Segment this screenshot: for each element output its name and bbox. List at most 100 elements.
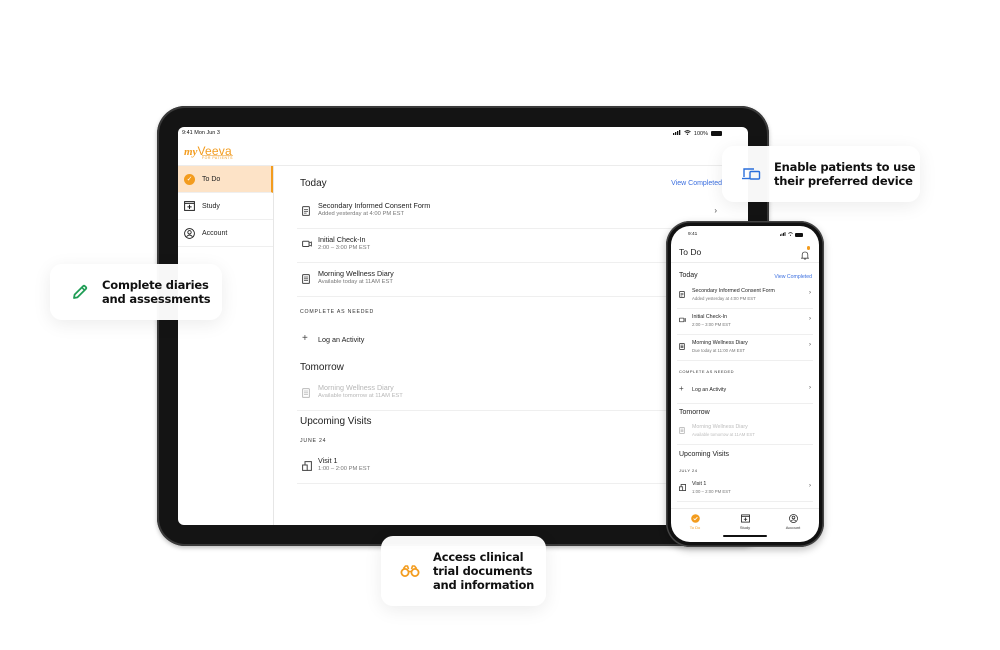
callout-line: Access clinical [433, 550, 524, 564]
callout-text: Complete diaries and assessments [102, 278, 211, 306]
phone-status-time: 9:41 [688, 232, 698, 237]
view-completed-link[interactable]: View Completed [774, 274, 812, 280]
log-activity-row[interactable]: + Log an Activity › [677, 378, 813, 404]
chevron-right-icon: › [809, 290, 811, 296]
task-row[interactable]: Secondary Informed Consent Form Added ye… [677, 283, 813, 309]
complete-as-needed-caption: COMPLETE AS NEEDED [300, 309, 375, 315]
signal-icon [672, 130, 681, 137]
callout-line: and information [433, 578, 535, 592]
visit-row[interactable]: Visit 1 1:00 – 2:00 PM EST [297, 450, 727, 484]
diary-icon [679, 343, 685, 352]
task-row-disabled: Morning Wellness Diary Available tomorro… [297, 377, 727, 411]
callout-text: Access clinical trial documents and info… [433, 550, 534, 592]
callout-text: Enable patients to use their preferred d… [774, 160, 916, 188]
visit-icon [302, 461, 312, 471]
task-subtitle: Available today at 11AM EST [318, 279, 393, 285]
task-row[interactable]: Initial Check-In 2:00 – 3:00 PM EST › [677, 309, 813, 335]
visit-date-caption: JULY 24 [679, 468, 698, 473]
tab-label: Account [785, 525, 801, 530]
account-icon [184, 227, 195, 239]
phone-status-indicators [780, 232, 803, 237]
callout-device: Enable patients to use their preferred d… [722, 146, 920, 202]
check-circle-icon [690, 514, 700, 523]
callout-line: Enable patients to use [774, 160, 916, 174]
diary-icon [679, 427, 685, 436]
visit-icon [679, 484, 686, 493]
tab-account[interactable]: Account [773, 514, 813, 530]
task-row[interactable]: Secondary Informed Consent Form Added ye… [297, 195, 727, 229]
callout-line: their preferred device [774, 174, 913, 188]
visit-row[interactable]: Visit 1 1:00 – 2:00 PM EST › [677, 476, 813, 502]
tab-label: To Do [689, 525, 701, 530]
complete-as-needed-caption: COMPLETE AS NEEDED [679, 369, 735, 374]
task-row[interactable]: Morning Wellness Diary Due today at 11:0… [677, 335, 813, 361]
tab-todo[interactable]: To Do [675, 514, 715, 530]
study-icon [740, 514, 750, 523]
study-icon [184, 201, 195, 212]
phone-screen: 9:41 To Do Today View Completed Secondar… [671, 226, 819, 542]
wifi-icon [684, 130, 691, 137]
plus-icon: + [302, 333, 308, 344]
view-completed-link[interactable]: View Completed [671, 180, 722, 187]
sidebar: ✓ To Do Study Account [178, 166, 274, 525]
logo-tagline: FOR PATIENTS [202, 155, 233, 160]
chevron-right-icon: › [809, 342, 811, 348]
callout-line: and assessments [102, 292, 211, 306]
sidebar-item-label: Study [202, 202, 220, 210]
video-icon [302, 240, 312, 250]
callout-line: Complete diaries [102, 278, 209, 292]
callout-access: Access clinical trial documents and info… [381, 536, 546, 606]
visit-subtitle: 1:00 – 2:00 PM EST [692, 489, 731, 494]
tablet-status-indicators: 100% [672, 130, 722, 137]
task-title: Morning Wellness Diary [692, 340, 748, 346]
sidebar-item-label: Account [202, 229, 228, 237]
diary-icon [302, 274, 311, 284]
sidebar-item-account[interactable]: Account [178, 220, 273, 247]
section-heading-tomorrow: Tomorrow [679, 409, 710, 416]
task-title: Initial Check-In [318, 235, 366, 244]
log-activity-label: Log an Activity [318, 335, 365, 344]
log-activity-label: Log an Activity [692, 387, 727, 393]
callout-line: trial documents [433, 564, 533, 578]
tab-study[interactable]: Study [725, 514, 765, 530]
devices-icon [740, 163, 762, 185]
chevron-right-icon: › [714, 206, 717, 215]
task-title: Secondary Informed Consent Form [692, 288, 775, 294]
notification-bell-icon[interactable] [800, 246, 810, 260]
log-activity-row[interactable]: + Log an Activity [297, 323, 727, 357]
phone-page-title: To Do [679, 247, 702, 257]
document-icon [679, 291, 685, 300]
sidebar-item-todo[interactable]: ✓ To Do [178, 166, 273, 193]
visit-date-caption: JUNE 24 [300, 438, 327, 444]
phone-device: 9:41 To Do Today View Completed Secondar… [666, 221, 824, 547]
pencil-icon [69, 281, 91, 303]
task-row[interactable]: Morning Wellness Diary Available today a… [297, 263, 727, 297]
plus-icon: + [679, 384, 684, 393]
visit-subtitle: 1:00 – 2:00 PM EST [318, 466, 371, 472]
task-title: Initial Check-In [692, 314, 728, 320]
task-subtitle: Added yesterday at 4:00 PM EST [692, 296, 756, 301]
task-row[interactable]: Initial Check-In 2:00 – 3:00 PM EST [297, 229, 727, 263]
sidebar-item-study[interactable]: Study [178, 193, 273, 220]
battery-percent: 100% [693, 130, 708, 137]
sidebar-item-label: To Do [202, 175, 221, 183]
task-subtitle: Added yesterday at 4:00 PM EST [318, 211, 405, 217]
check-circle-icon: ✓ [184, 173, 195, 185]
visit-title: Visit 1 [692, 481, 707, 487]
chevron-right-icon: › [809, 316, 811, 322]
section-heading-tomorrow: Tomorrow [300, 362, 344, 373]
task-row-disabled: Morning Wellness Diary Available tomorro… [677, 419, 813, 445]
header-divider [671, 262, 819, 263]
task-subtitle: 2:00 – 3:00 PM EST [318, 245, 371, 251]
battery-icon [711, 131, 722, 136]
task-subtitle: Available tomorrow at 11AM EST [692, 432, 755, 437]
section-heading-today: Today [300, 178, 327, 189]
callout-diaries: Complete diaries and assessments [50, 264, 222, 320]
tablet-screen: 9:41 Mon Jun 3 100% myVeeva FOR PATIENTS… [178, 127, 748, 525]
binoculars-icon [399, 560, 421, 582]
section-heading-visits: Upcoming Visits [679, 451, 730, 458]
chevron-right-icon: › [809, 483, 811, 489]
notification-badge [806, 246, 810, 250]
wifi-icon [788, 232, 793, 237]
signal-icon [780, 232, 786, 237]
